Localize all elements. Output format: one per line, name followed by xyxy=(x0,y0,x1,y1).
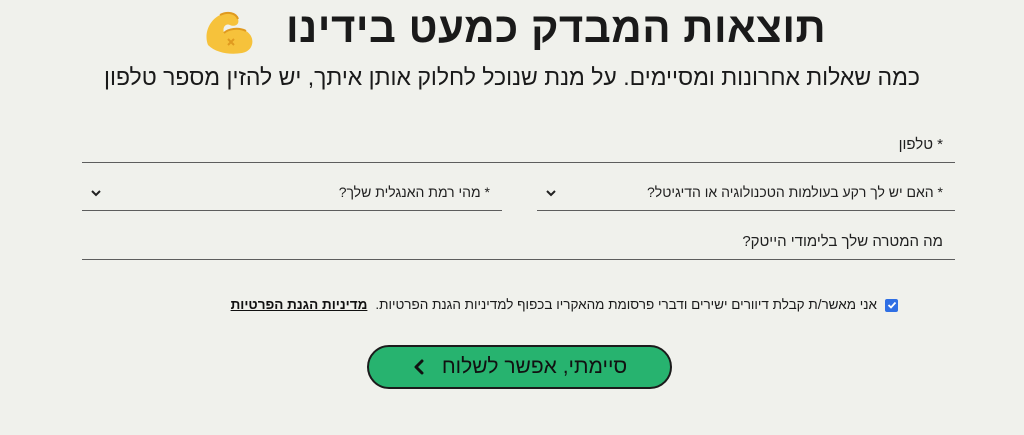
flexed-biceps-icon xyxy=(206,11,253,54)
page-subtitle: כמה שאלות אחרונות ומסיימים. על מנת שנוכל… xyxy=(104,64,920,90)
page-title-row: תוצאות המבדק כמעט בידינו xyxy=(0,2,1024,57)
english-level-label: * מהי רמת האנגלית שלך? xyxy=(338,184,490,200)
phone-label: * טלפון xyxy=(898,136,943,153)
privacy-policy-link[interactable]: מדיניות הגנת הפרטיות xyxy=(231,295,368,315)
chevron-down-icon xyxy=(91,190,101,197)
checkmark-icon xyxy=(887,301,896,309)
submit-label: סיימתי, אפשר לשלוח xyxy=(441,355,628,378)
results-form-page: תוצאות המבדק כמעט בידינו כמה שאלות אחרונ… xyxy=(0,0,1024,435)
english-level-select[interactable]: * מהי רמת האנגלית שלך? xyxy=(82,175,502,211)
arrow-left-icon xyxy=(414,359,424,375)
consent-text: אני מאשר/ת קבלת דיוורים ישירים ודברי פרס… xyxy=(375,297,877,312)
consent-checkbox[interactable] xyxy=(885,298,898,312)
tech-background-label: * האם יש לך רקע בעולמות הטכנולוגיה או הד… xyxy=(647,184,943,200)
phone-field[interactable]: * טלפון xyxy=(82,126,955,163)
goal-label: מה המטרה שלך בלימודי הייטק? xyxy=(742,233,943,250)
chevron-down-icon xyxy=(546,190,556,197)
tech-background-select[interactable]: * האם יש לך רקע בעולמות הטכנולוגיה או הד… xyxy=(537,175,955,211)
goal-field[interactable]: מה המטרה שלך בלימודי הייטק? xyxy=(82,224,955,260)
consent-row: אני מאשר/ת קבלת דיוורים ישירים ודברי פרס… xyxy=(231,295,898,315)
submit-button[interactable]: סיימתי, אפשר לשלוח xyxy=(367,345,672,389)
page-title: תוצאות המבדק כמעט בידינו xyxy=(285,4,827,51)
